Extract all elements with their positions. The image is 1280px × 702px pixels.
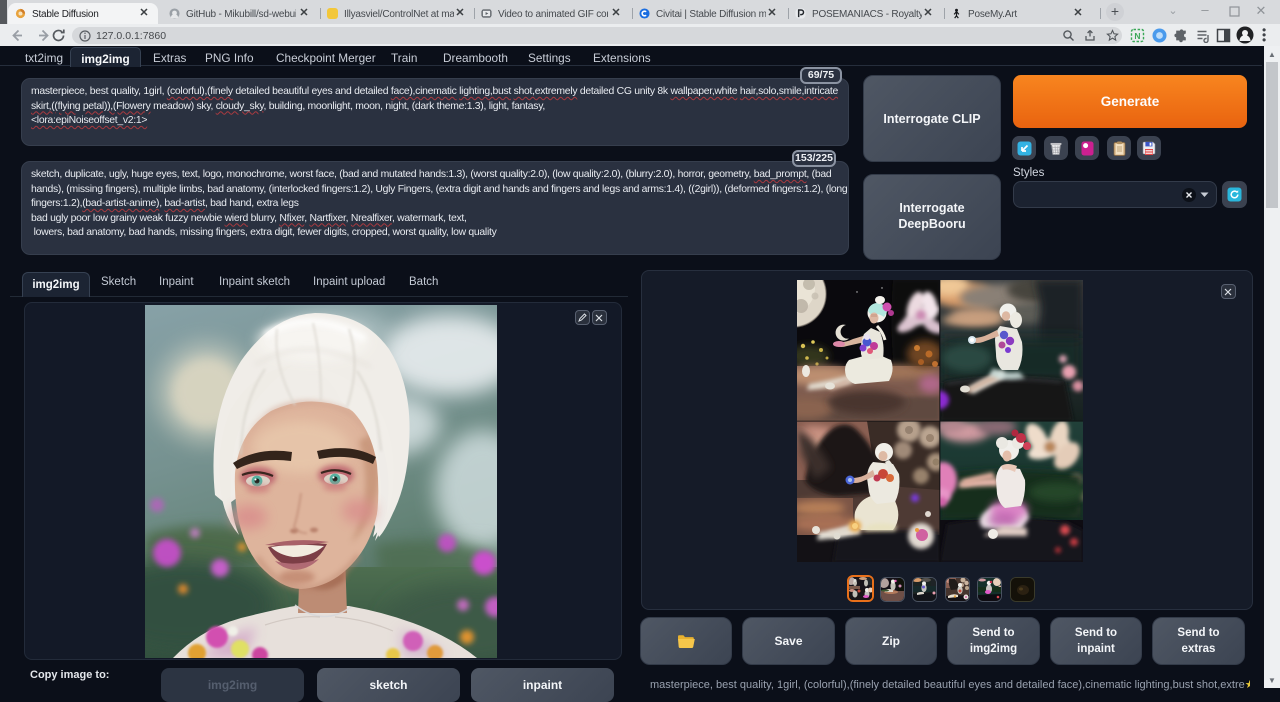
svg-text:N: N <box>1134 31 1140 41</box>
